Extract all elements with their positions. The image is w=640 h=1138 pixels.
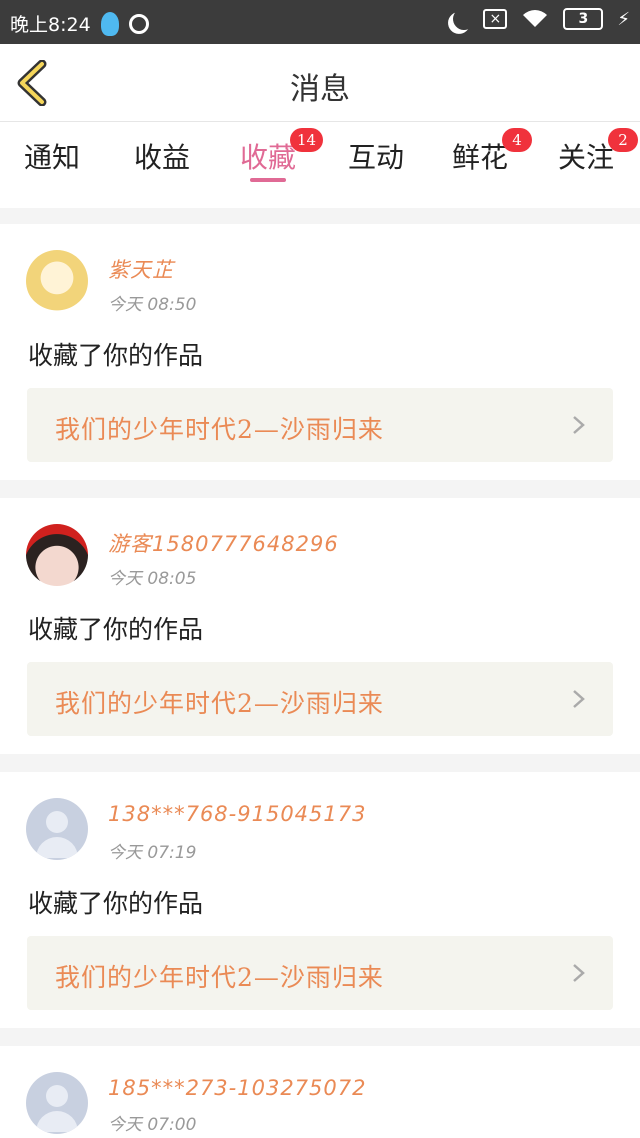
message-card: 紫天芷 今天 08:50 收藏了你的作品 我们的少年时代2—沙雨归来 bbox=[0, 224, 640, 480]
action-text: 收藏了你的作品 bbox=[28, 341, 204, 370]
tab-label: 收益 bbox=[134, 141, 191, 174]
tab-flowers[interactable]: 鲜花 4 bbox=[452, 128, 532, 176]
action-text: 收藏了你的作品 bbox=[28, 615, 204, 644]
message-card: 游客15807776482​96 今天 08:05 收藏了你的作品 我们的少年时… bbox=[0, 498, 640, 754]
work-link[interactable]: 我们的少年时代2—沙雨归来 bbox=[27, 662, 613, 736]
music-icon bbox=[128, 13, 149, 34]
tab-label: 互动 bbox=[348, 141, 405, 174]
title-bar: 消息 bbox=[0, 44, 640, 122]
battery-icon: 3 bbox=[563, 8, 604, 30]
work-title: 我们的少年时代2—沙雨归来 bbox=[55, 415, 384, 444]
flowers-badge: 4 bbox=[502, 128, 532, 152]
avatar[interactable] bbox=[26, 524, 88, 586]
tab-follows[interactable]: 关注 2 bbox=[558, 128, 638, 176]
charging-icon: ⚡ bbox=[617, 8, 630, 30]
no-sim-icon: × bbox=[483, 9, 508, 29]
username[interactable]: 185***273-103275072 bbox=[108, 1076, 367, 1100]
username[interactable]: 游客15807776482​96 bbox=[108, 528, 339, 558]
page-title: 消息 bbox=[290, 72, 350, 107]
message-card: 138***768-915045173 今天 07:19 收藏了你的作品 我们的… bbox=[0, 772, 640, 1028]
status-time: 晚上8:24 bbox=[10, 14, 91, 36]
tab-interactions[interactable]: 互动 bbox=[348, 136, 404, 176]
work-title: 我们的少年时代2—沙雨归来 bbox=[55, 963, 384, 992]
follows-badge: 2 bbox=[608, 128, 638, 152]
status-bar-left: 晚上8:24 bbox=[10, 10, 149, 37]
default-avatar-icon[interactable] bbox=[26, 1072, 88, 1134]
timestamp: 今天 07:00 bbox=[108, 1115, 197, 1135]
tab-earnings[interactable]: 收益 bbox=[134, 136, 190, 176]
username[interactable]: 紫天芷 bbox=[108, 254, 174, 284]
work-link[interactable]: 我们的少年时代2—沙雨归来 bbox=[27, 388, 613, 462]
tab-label: 通知 bbox=[24, 141, 81, 174]
action-text: 收藏了你的作品 bbox=[28, 889, 204, 918]
tab-bar: 通知 收益 收藏 14 互动 鲜花 4 关注 2 bbox=[0, 122, 640, 208]
default-avatar-icon[interactable] bbox=[26, 798, 88, 860]
do-not-disturb-icon bbox=[450, 5, 478, 33]
tab-label: 关注 bbox=[558, 141, 615, 174]
active-tab-indicator bbox=[250, 178, 286, 182]
work-title: 我们的少年时代2—沙雨归来 bbox=[55, 689, 384, 718]
favorites-badge: 14 bbox=[290, 128, 324, 152]
chevron-right-icon bbox=[573, 416, 585, 434]
timestamp: 今天 07:19 bbox=[108, 843, 197, 863]
chevron-right-icon bbox=[573, 690, 585, 708]
tab-notifications[interactable]: 通知 bbox=[24, 136, 80, 176]
tab-label: 收藏 bbox=[240, 141, 297, 174]
chevron-right-icon bbox=[573, 964, 585, 982]
work-link[interactable]: 我们的少年时代2—沙雨归来 bbox=[27, 936, 613, 1010]
message-card: 185***273-103275072 今天 07:00 bbox=[0, 1046, 640, 1138]
avatar[interactable] bbox=[26, 250, 88, 312]
timestamp: 今天 08:05 bbox=[108, 569, 197, 589]
status-bar: 晚上8:24 × 3 ⚡ bbox=[0, 0, 640, 44]
wifi-icon bbox=[523, 10, 548, 27]
qq-icon bbox=[100, 11, 119, 36]
status-bar-right: × 3 ⚡ bbox=[447, 8, 630, 30]
tab-label: 鲜花 bbox=[452, 141, 509, 174]
tab-favorites[interactable]: 收藏 14 bbox=[240, 128, 324, 176]
username[interactable]: 138***768-915045173 bbox=[108, 802, 367, 826]
timestamp: 今天 08:50 bbox=[108, 295, 197, 315]
